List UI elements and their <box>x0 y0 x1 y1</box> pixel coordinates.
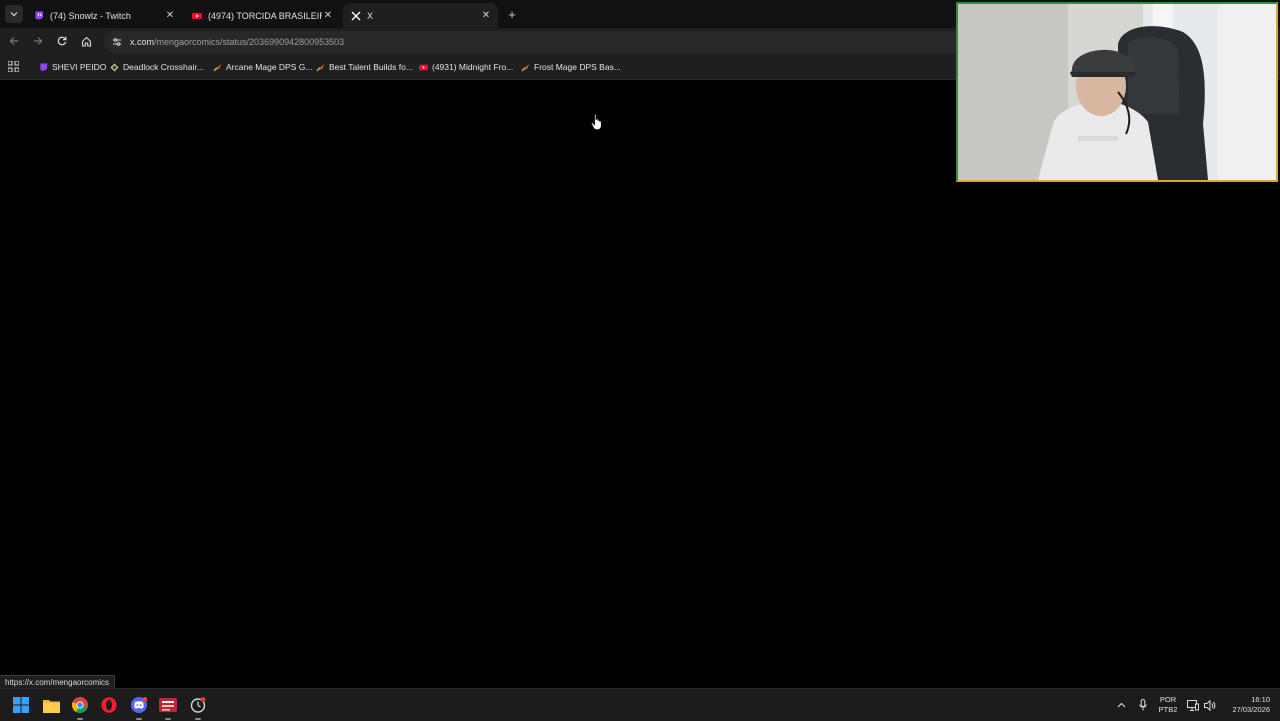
bookmark-item[interactable]: Best Talent Builds fo... <box>316 60 413 74</box>
wowhead-icon <box>316 63 325 72</box>
file-explorer-icon <box>42 699 60 713</box>
bookmark-label: Frost Mage DPS Bas... <box>534 62 621 72</box>
tab-youtube[interactable]: (4974) TORCIDA BRASILEIRA PE ✕ <box>184 3 340 28</box>
chrome-icon <box>72 697 88 713</box>
network-icon <box>1187 699 1199 711</box>
twitch-icon <box>39 62 48 72</box>
taskbar-chrome[interactable] <box>71 696 89 720</box>
link-status-bubble: https://x.com/mengaorcomics <box>0 675 116 689</box>
tab-x[interactable]: X ✕ <box>343 3 498 28</box>
tab-title: (4974) TORCIDA BRASILEIRA PE <box>208 10 322 21</box>
bookmark-label: Best Talent Builds fo... <box>329 62 413 72</box>
taskbar-opera[interactable] <box>100 696 118 714</box>
url-path: /mengaorcomics/status/203699094280095350… <box>154 37 345 47</box>
bookmark-item[interactable]: SHEVI PEIDO <box>39 60 106 74</box>
windows-start-icon <box>13 697 29 713</box>
url-text: x.com/mengaorcomics/status/2036990942800… <box>130 37 344 47</box>
bookmark-item[interactable]: Arcane Mage DPS G... <box>213 60 312 74</box>
arrow-right-icon <box>34 37 43 45</box>
language-indicator[interactable]: POR PTB2 <box>1158 695 1178 715</box>
clock-date: 27/03/2026 <box>1232 705 1270 714</box>
volume-tray-button[interactable] <box>1203 689 1217 721</box>
timer-app-icon <box>190 697 206 713</box>
taskbar-timer-app[interactable] <box>189 696 207 720</box>
home-icon <box>81 36 91 47</box>
bookmark-label: (4931) Midnight Fro... <box>432 62 514 72</box>
opera-icon <box>101 697 117 713</box>
chevron-down-icon <box>10 12 18 17</box>
wowhead-icon <box>213 63 222 72</box>
reload-button[interactable] <box>54 33 70 49</box>
keyboard-layout: PTB2 <box>1158 705 1178 714</box>
address-bar[interactable]: x.com/mengaorcomics/status/2036990942800… <box>104 31 984 53</box>
youtube-icon <box>192 11 202 21</box>
discord-icon <box>131 697 147 713</box>
new-tab-button[interactable]: + <box>504 6 520 22</box>
language-code: POR <box>1159 695 1177 704</box>
speaker-icon <box>1204 699 1216 711</box>
stream-app-icon <box>159 698 177 712</box>
tab-title: (74) Snowlz - Twitch <box>50 10 131 21</box>
x-logo-icon <box>351 11 361 21</box>
tab-twitch[interactable]: (74) Snowlz - Twitch ✕ <box>26 3 182 28</box>
clock-time: 16:10 <box>1251 695 1270 704</box>
microphone-icon <box>1139 699 1147 711</box>
reload-icon <box>57 36 67 46</box>
plus-icon: + <box>508 6 516 22</box>
streamer-webcam-image <box>958 4 1276 180</box>
webcam-overlay <box>956 2 1278 182</box>
youtube-icon <box>419 63 428 72</box>
apps-grid-icon[interactable] <box>8 61 19 72</box>
bookmark-item[interactable]: (4931) Midnight Fro... <box>419 60 513 74</box>
site-info-icon[interactable] <box>110 35 124 49</box>
home-button[interactable] <box>78 33 94 49</box>
start-button[interactable] <box>12 696 30 714</box>
back-button[interactable] <box>6 33 22 49</box>
tab-title: X <box>367 10 374 21</box>
forward-button[interactable] <box>30 33 46 49</box>
taskbar-clock[interactable]: 16:10 27/03/2026 <box>1222 695 1270 715</box>
close-tab-icon[interactable]: ✕ <box>480 10 492 22</box>
show-hidden-icons-button[interactable] <box>1114 689 1128 721</box>
bookmark-item[interactable]: Deadlock Crosshair... <box>110 60 204 74</box>
wowhead-icon <box>521 63 530 72</box>
windows-taskbar: POR PTB2 16:10 27/03/2026 <box>0 688 1280 721</box>
chevron-up-icon <box>1117 702 1125 708</box>
bookmark-label: Arcane Mage DPS G... <box>226 62 313 72</box>
url-host: x.com <box>130 37 155 47</box>
deadlock-icon <box>110 62 119 72</box>
bookmark-label: SHEVI PEIDO <box>52 62 107 72</box>
bookmark-item[interactable]: Frost Mage DPS Bas... <box>521 60 621 74</box>
taskbar-file-explorer[interactable] <box>42 696 60 714</box>
bookmark-label: Deadlock Crosshair... <box>123 62 204 72</box>
tab-search-button[interactable] <box>5 5 23 23</box>
twitch-icon <box>34 11 44 21</box>
close-tab-icon[interactable]: ✕ <box>322 10 334 22</box>
taskbar-discord[interactable] <box>130 696 148 720</box>
arrow-left-icon <box>9 37 18 45</box>
microphone-tray-button[interactable] <box>1136 689 1150 721</box>
close-tab-icon[interactable]: ✕ <box>164 10 176 22</box>
hand-pointer-cursor-icon <box>590 113 602 131</box>
network-tray-button[interactable] <box>1186 689 1200 721</box>
taskbar-stream-app[interactable] <box>159 696 177 720</box>
